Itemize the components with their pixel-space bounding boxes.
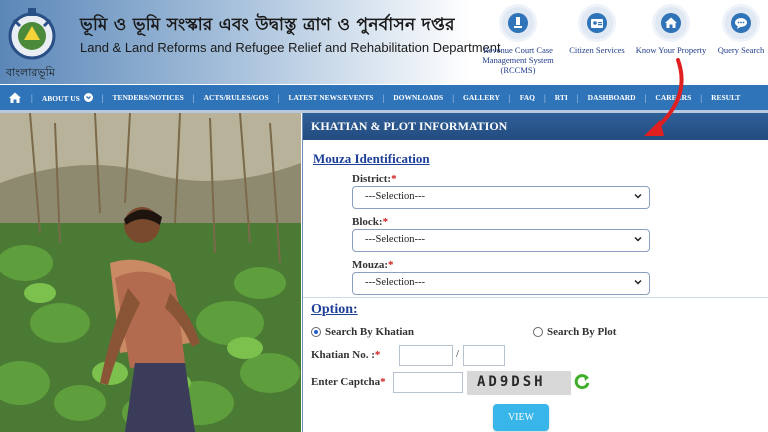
nav-tenders-notices[interactable]: TENDERS/NOTICES (113, 93, 184, 102)
captcha-image: AD9DSH (467, 371, 571, 395)
khatian-no-suffix-input[interactable] (463, 345, 505, 366)
quick-link-label: Revenue Court Case Management System (RC… (482, 45, 554, 75)
chevron-down-icon (634, 279, 642, 285)
radio-search-by-khatian[interactable]: Search By Khatian (311, 326, 414, 338)
department-title-english: Land & Land Reforms and Refugee Relief a… (80, 40, 501, 55)
district-label: District:* (352, 173, 397, 185)
radio-button-selected[interactable] (311, 327, 321, 337)
department-title-bengali: ভূমি ও ভূমি সংস্কার এবং উদ্বাস্তু ত্রাণ … (80, 15, 455, 35)
id-card-icon (587, 13, 607, 33)
nav-result[interactable]: RESULT (711, 93, 740, 102)
nav-dashboard[interactable]: DASHBOARD (588, 93, 636, 102)
nav-faq[interactable]: FAQ (520, 93, 535, 102)
nav-rti[interactable]: RTI (555, 93, 568, 102)
mouza-label: Mouza:* (352, 259, 394, 271)
khatian-separator: / (456, 348, 460, 360)
quick-link-label: Citizen Services (569, 45, 625, 55)
nav-about-us[interactable]: ABOUT US (42, 92, 93, 103)
quick-link-label: Know Your Property (635, 45, 707, 55)
khatian-no-label: Khatian No. :* (311, 349, 381, 361)
quick-link-query-search[interactable]: Query Search (699, 4, 768, 56)
quick-link-rccms[interactable]: Revenue Court Case Management System (RC… (476, 4, 560, 75)
home-icon[interactable] (8, 91, 22, 104)
option-heading: Option: (311, 302, 358, 317)
quick-link-citizen-services[interactable]: Citizen Services (555, 4, 639, 56)
nav-downloads[interactable]: DOWNLOADS (393, 93, 443, 102)
quick-link-label: Query Search (717, 45, 765, 55)
radio-search-by-plot[interactable]: Search By Plot (533, 326, 616, 338)
chevron-down-icon (634, 236, 642, 242)
captcha-input[interactable] (393, 372, 463, 393)
mouza-identification-heading: Mouza Identification (313, 151, 430, 166)
court-icon (508, 13, 528, 33)
chevron-down-icon (83, 92, 93, 102)
view-button[interactable]: VIEW (493, 404, 549, 431)
refresh-captcha-icon[interactable] (573, 373, 591, 391)
radio-button[interactable] (533, 327, 543, 337)
block-label: Block:* (352, 216, 389, 228)
khatian-no-input[interactable] (399, 345, 453, 366)
section-divider (303, 297, 768, 298)
page: বাংলারভূমি ভূমি ও ভূমি সংস্কার এবং উদ্বা… (0, 0, 768, 432)
farmer-photo (0, 113, 301, 432)
mouza-select[interactable]: ---Selection--- (352, 272, 650, 295)
nav-latest-news-events[interactable]: LATEST NEWS/EVENTS (288, 93, 373, 102)
nav-gallery[interactable]: GALLERY (463, 93, 500, 102)
captcha-label: Enter Captcha* (311, 376, 386, 388)
nav-acts-rules-gos[interactable]: ACTS/RULES/GOS (204, 93, 269, 102)
block-select[interactable]: ---Selection--- (352, 229, 650, 252)
chat-icon (731, 13, 751, 33)
chevron-down-icon (634, 193, 642, 199)
district-select[interactable]: ---Selection--- (352, 186, 650, 209)
khatian-plot-form: KHATIAN & PLOT INFORMATION Mouza Identif… (302, 113, 768, 432)
home-icon (661, 13, 681, 33)
annotation-arrow-icon (644, 58, 684, 136)
panel-title: KHATIAN & PLOT INFORMATION (303, 113, 768, 140)
logo-text: বাংলারভূমি (6, 66, 55, 79)
